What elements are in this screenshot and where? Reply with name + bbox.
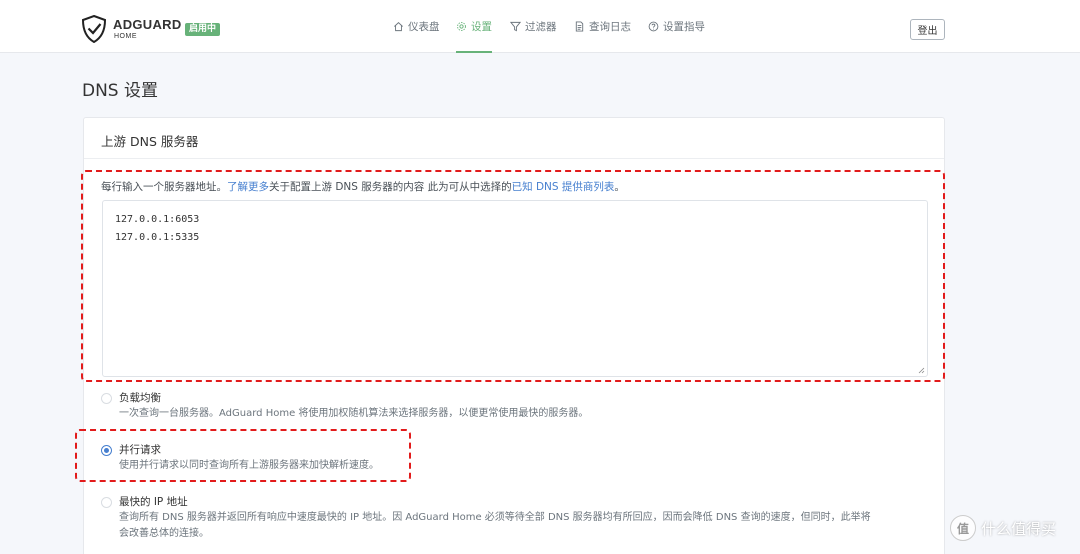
- radio-parallel-requests[interactable]: [101, 445, 112, 456]
- document-icon: [575, 21, 584, 32]
- home-icon: [394, 22, 403, 32]
- learn-more-link[interactable]: 了解更多: [227, 181, 269, 193]
- help-middle: 关于配置上游 DNS 服务器的内容 此为可从中选择的: [269, 181, 512, 193]
- mode-label[interactable]: 并行请求: [119, 442, 161, 457]
- nav-setup-guide-label: 设置指导: [663, 21, 705, 33]
- nav-query-log[interactable]: 查询日志: [574, 0, 631, 53]
- resize-handle-icon[interactable]: [918, 367, 925, 374]
- mode-description: 一次查询一台服务器。AdGuard Home 将使用加权随机算法来选择服务器，以…: [119, 408, 589, 419]
- mode-label[interactable]: 负载均衡: [119, 390, 161, 405]
- mode-description-line: 会改善总体的连接。: [119, 528, 209, 539]
- nav-settings[interactable]: 设置: [456, 0, 492, 53]
- status-badge: 启用中: [185, 23, 221, 36]
- watermark-logo-icon: 值: [950, 515, 976, 541]
- page-title: DNS 设置: [82, 81, 159, 101]
- help-circle-icon: [648, 21, 659, 32]
- nav-filters[interactable]: 过滤器: [510, 0, 557, 53]
- nav-setup-guide[interactable]: 设置指导: [648, 0, 705, 53]
- radio-fastest-ip[interactable]: [101, 497, 112, 508]
- nav-filters-label: 过滤器: [525, 21, 557, 33]
- nav-dashboard-label: 仪表盘: [408, 21, 440, 33]
- upstream-dns-card: 上游 DNS 服务器 每行输入一个服务器地址。了解更多关于配置上游 DNS 服务…: [83, 117, 945, 554]
- help-suffix: 。: [614, 181, 625, 193]
- radio-load-balance[interactable]: [101, 393, 112, 404]
- watermark-text: 什么值得买: [981, 519, 1057, 538]
- brand-subtitle: HOME: [114, 33, 137, 40]
- logout-button[interactable]: 登出: [910, 19, 945, 40]
- upstream-server-line: 127.0.0.1:5335: [115, 232, 200, 243]
- upstream-server-line: 127.0.0.1:6053: [115, 214, 200, 225]
- mode-description: 使用并行请求以同时查询所有上游服务器来加快解析速度。: [119, 460, 379, 471]
- brand-name[interactable]: ADGUARD: [113, 18, 182, 31]
- adguard-shield-logo-icon[interactable]: [81, 15, 107, 43]
- card-divider: [84, 158, 944, 159]
- card-title: 上游 DNS 服务器: [101, 134, 199, 149]
- watermark: 值 什么值得买: [950, 515, 1056, 541]
- mode-description: 查询所有 DNS 服务器并返回所有响应中速度最快的 IP 地址。因 AdGuar…: [119, 510, 871, 542]
- mode-label[interactable]: 最快的 IP 地址: [119, 494, 188, 509]
- dns-providers-link[interactable]: 已知 DNS 提供商列表: [512, 181, 615, 193]
- upstream-servers-textarea[interactable]: 127.0.0.1:6053 127.0.0.1:5335: [102, 200, 928, 377]
- filter-icon: [510, 21, 521, 32]
- upstream-help-text: 每行输入一个服务器地址。了解更多关于配置上游 DNS 服务器的内容 此为可从中选…: [101, 179, 625, 194]
- nav-dashboard[interactable]: 仪表盘: [393, 0, 440, 53]
- mode-description-line: 查询所有 DNS 服务器并返回所有响应中速度最快的 IP 地址。因 AdGuar…: [119, 512, 871, 523]
- top-header: ADGUARD HOME 启用中 仪表盘 设置 过滤器 查询日志 设置指导 登出: [0, 0, 1080, 53]
- nav-query-log-label: 查询日志: [589, 21, 631, 33]
- nav-settings-label: 设置: [471, 21, 492, 33]
- gear-icon: [457, 22, 466, 31]
- help-prefix: 每行输入一个服务器地址。: [101, 181, 227, 193]
